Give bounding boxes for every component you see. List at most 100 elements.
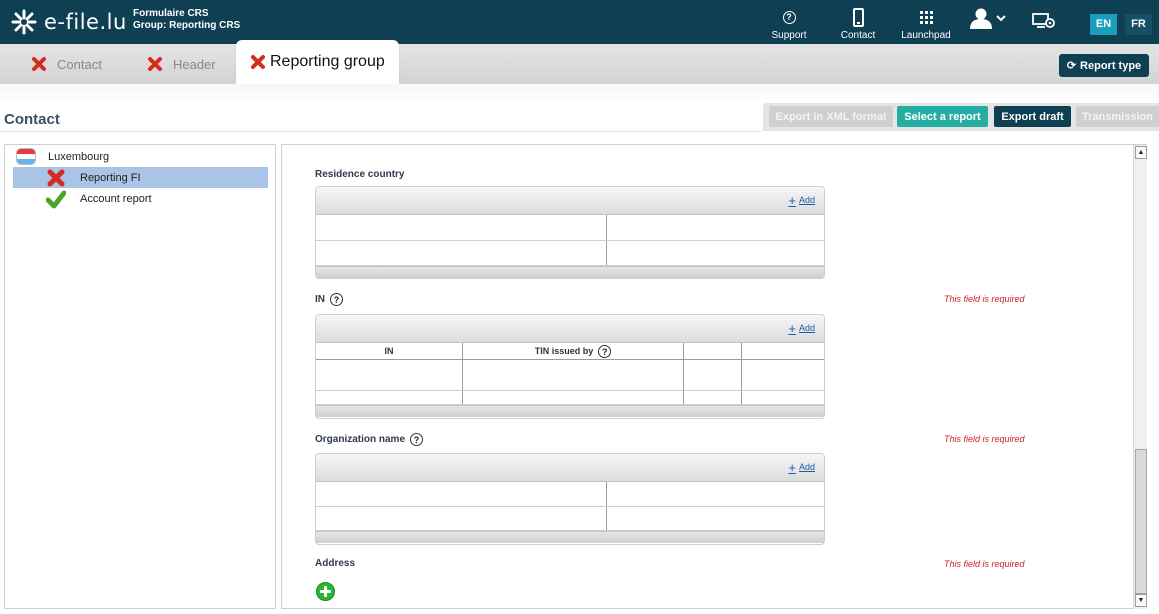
column-header-empty — [684, 343, 742, 359]
tab-header[interactable]: Header — [147, 44, 216, 84]
tab-header-label: Header — [173, 56, 216, 72]
table-row[interactable] — [316, 507, 824, 531]
tab-contact-label: Contact — [57, 56, 102, 72]
phone-icon — [852, 7, 864, 27]
grid-toolbar: + Add — [316, 187, 824, 215]
residence-country-add-link[interactable]: + Add — [788, 192, 815, 208]
table-cell[interactable] — [607, 507, 824, 530]
table-row[interactable] — [316, 482, 824, 507]
column-label: IN — [384, 346, 394, 356]
transmission-button[interactable]: Transmission — [1076, 106, 1159, 127]
nav-launchpad-label: Launchpad — [901, 30, 951, 41]
table-row[interactable] — [316, 215, 824, 241]
address-required-message: This field is required — [944, 559, 1025, 569]
refresh-icon: ⟳ — [1066, 60, 1077, 72]
efile-star-icon — [11, 9, 37, 35]
logo-text: e-file.lu — [44, 10, 127, 34]
language-en-button[interactable]: EN — [1090, 14, 1117, 35]
top-bar: e-file.lu Formulaire CRS Group: Reportin… — [0, 0, 1159, 44]
select-report-button[interactable]: Select a report — [897, 106, 988, 127]
nav-support-label: Support — [771, 30, 807, 41]
settings-button[interactable] — [1031, 12, 1057, 33]
tree-item-label: Account report — [80, 192, 152, 205]
address-text: Address — [315, 558, 356, 569]
in-add-link[interactable]: + Add — [788, 320, 815, 336]
tree-panel: Luxembourg Reporting FI Account report — [4, 144, 276, 609]
export-draft-button[interactable]: Export draft — [994, 106, 1071, 127]
table-cell[interactable] — [316, 360, 463, 390]
table-cell[interactable] — [316, 215, 607, 240]
report-type-button[interactable]: ⟳ Report type — [1059, 54, 1149, 77]
plus-icon: + — [788, 320, 796, 336]
add-label: Add — [798, 462, 815, 472]
group-name: Group: Reporting CRS — [133, 20, 241, 31]
tree-item-account-report[interactable]: Account report — [13, 188, 268, 209]
in-text: IN — [315, 294, 325, 305]
table-cell[interactable] — [742, 360, 824, 390]
tab-reporting-group-label: Reporting group — [270, 53, 385, 70]
nav-support[interactable]: ? Support — [767, 6, 811, 41]
scroll-down-arrow-icon[interactable]: ▼ — [1135, 594, 1147, 607]
add-label: Add — [798, 323, 815, 333]
nav-contact-label: Contact — [840, 30, 876, 41]
tab-reporting-group[interactable]: Reporting group — [236, 40, 399, 84]
table-cell[interactable] — [607, 215, 824, 240]
table-cell[interactable] — [316, 507, 607, 530]
tree-root-luxembourg[interactable]: Luxembourg — [13, 146, 268, 167]
residence-country-label: Residence country — [315, 169, 404, 180]
table-cell[interactable] — [463, 360, 684, 390]
table-cell[interactable] — [684, 360, 742, 390]
error-x-icon — [47, 169, 65, 186]
table-cell[interactable] — [684, 391, 742, 404]
table-cell[interactable] — [607, 241, 824, 265]
organization-name-text: Organization name — [315, 434, 406, 445]
help-icon[interactable]: ? — [598, 344, 612, 358]
table-cell[interactable] — [316, 391, 463, 404]
language-fr-button[interactable]: FR — [1125, 14, 1152, 35]
scroll-up-arrow-icon[interactable]: ▲ — [1135, 146, 1147, 159]
in-grid-header: IN TIN issued by? — [316, 343, 824, 360]
grid-toolbar: + Add — [316, 315, 824, 343]
in-required-message: This field is required — [944, 294, 1025, 304]
nav-launchpad[interactable]: Launchpad — [898, 6, 954, 41]
table-row[interactable] — [316, 241, 824, 266]
tab-contact[interactable]: Contact — [31, 44, 102, 84]
column-header-empty — [742, 343, 824, 359]
grid-footer — [316, 531, 824, 543]
organization-name-label: Organization name ? — [315, 433, 424, 446]
table-cell[interactable] — [463, 391, 684, 404]
help-icon[interactable]: ? — [330, 293, 343, 306]
export-xml-button[interactable]: Export in XML format — [769, 106, 893, 127]
table-row[interactable] — [316, 391, 824, 405]
add-address-icon[interactable] — [316, 582, 335, 601]
user-menu[interactable] — [966, 8, 1008, 33]
help-circle-icon: ? — [782, 10, 796, 24]
help-icon[interactable]: ? — [410, 433, 424, 446]
form-name: Formulaire CRS — [133, 8, 209, 19]
table-cell[interactable] — [607, 482, 824, 506]
table-cell[interactable] — [742, 391, 824, 404]
tab-bar: Contact Header Reporting group ⟳ Report … — [0, 40, 1159, 84]
scroll-thumb[interactable] — [1135, 449, 1147, 594]
grid-icon — [919, 10, 933, 24]
efile-logo[interactable]: e-file.lu — [10, 6, 127, 38]
table-cell[interactable] — [316, 482, 607, 506]
table-row[interactable] — [316, 360, 824, 391]
report-type-label: Report type — [1080, 59, 1142, 72]
vertical-scrollbar[interactable]: ▲ ▼ — [1133, 145, 1147, 609]
plus-icon: + — [788, 192, 796, 208]
column-header-tin-issued-by[interactable]: TIN issued by? — [463, 343, 684, 359]
residence-country-grid: + Add — [315, 186, 825, 279]
tree-item-reporting-fi[interactable]: Reporting FI — [13, 167, 268, 188]
organization-name-grid: + Add — [315, 453, 825, 545]
action-bar: Export in XML format Select a report Exp… — [763, 103, 1159, 131]
tree-root-label: Luxembourg — [48, 150, 110, 163]
error-x-icon — [251, 55, 265, 69]
in-label: IN ? — [315, 293, 343, 306]
table-cell[interactable] — [316, 241, 607, 265]
organization-name-add-link[interactable]: + Add — [788, 461, 815, 474]
divider — [0, 131, 761, 132]
nav-contact[interactable]: Contact — [836, 6, 880, 41]
column-header-in[interactable]: IN — [316, 343, 463, 359]
header-band — [0, 84, 1159, 104]
